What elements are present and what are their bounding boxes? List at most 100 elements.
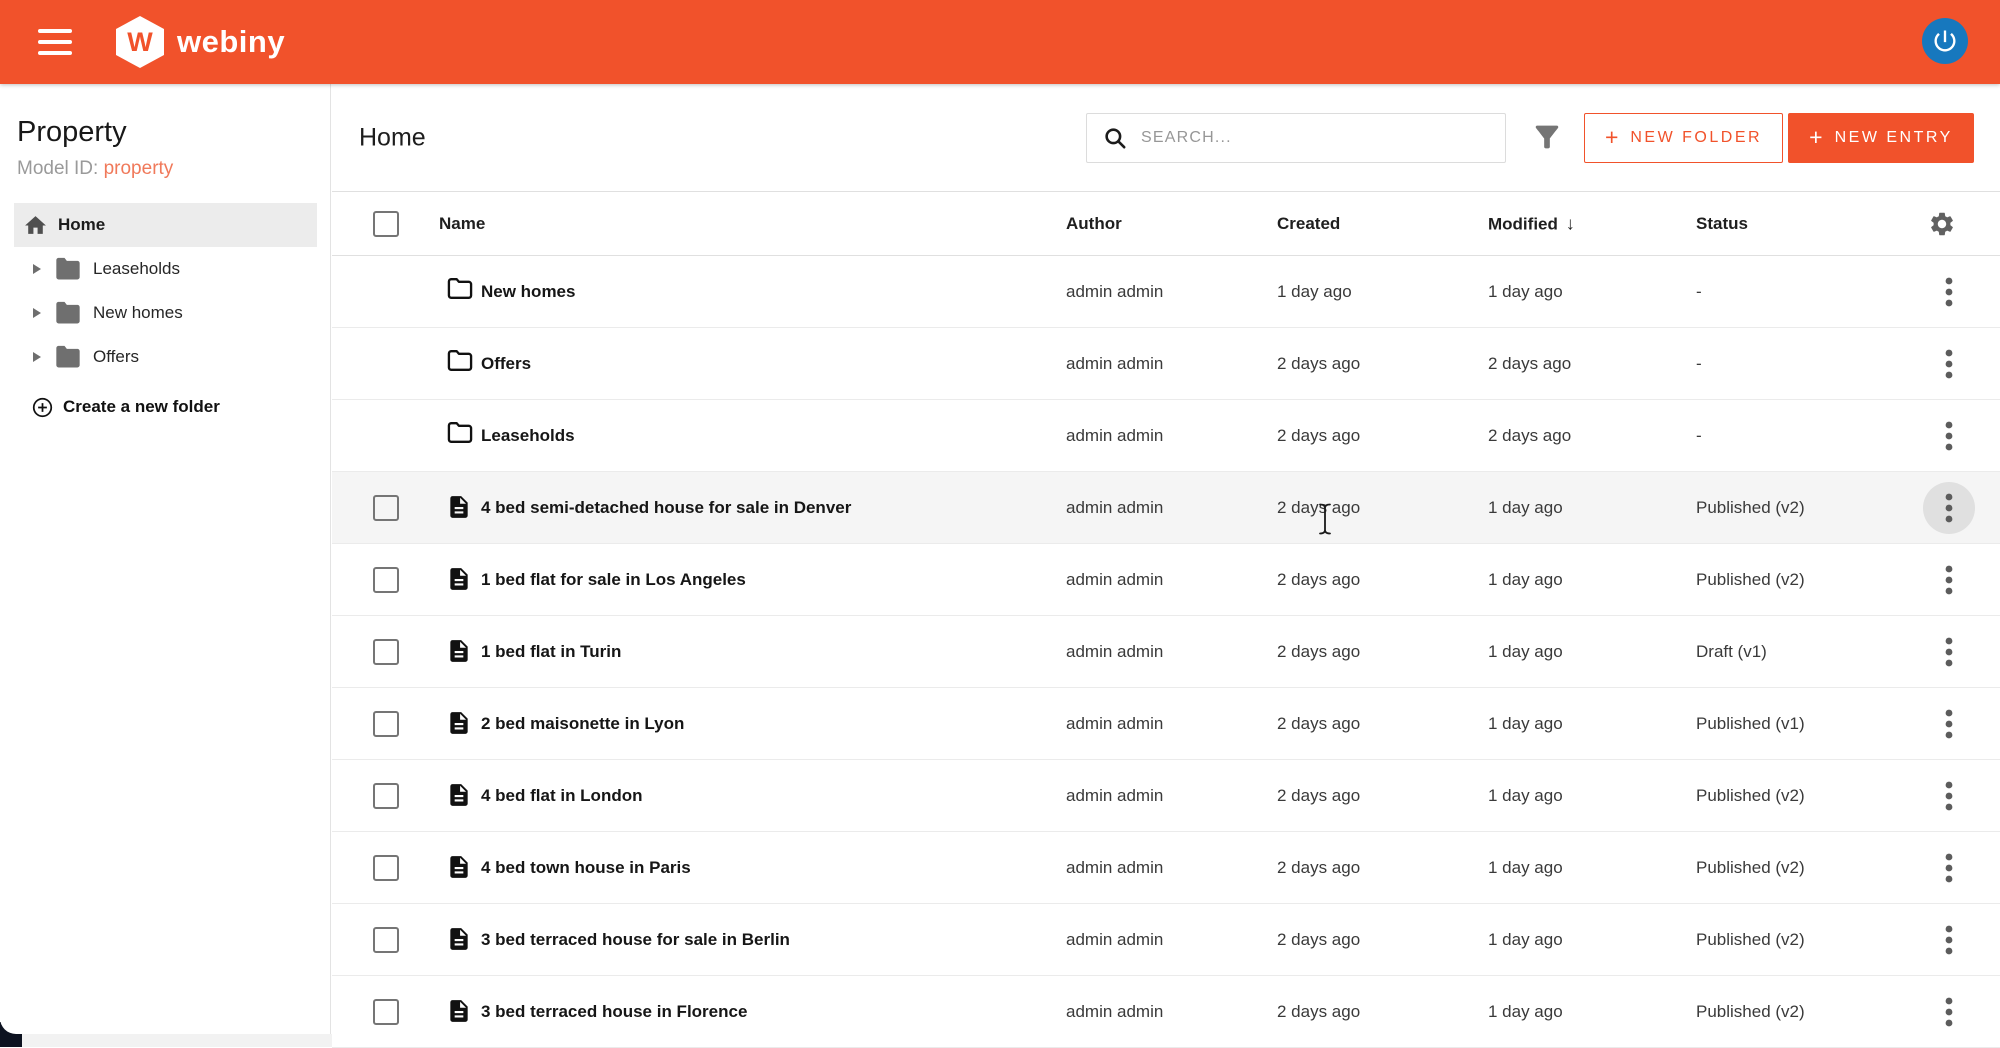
row-modified: 1 day ago bbox=[1488, 498, 1563, 518]
row-actions-button[interactable] bbox=[1923, 986, 1975, 1038]
row-checkbox[interactable] bbox=[373, 495, 399, 521]
document-icon bbox=[446, 996, 472, 1026]
row-actions-button[interactable] bbox=[1923, 482, 1975, 534]
column-header-modified[interactable]: Modified↓ bbox=[1488, 213, 1575, 234]
table-row[interactable]: 1 bed flat in Turin admin admin 2 days a… bbox=[332, 616, 2000, 688]
row-checkbox[interactable] bbox=[373, 567, 399, 593]
table-row[interactable]: 4 bed flat in London admin admin 2 days … bbox=[332, 760, 2000, 832]
row-name[interactable]: 4 bed town house in Paris bbox=[481, 858, 691, 878]
column-header-created[interactable]: Created bbox=[1277, 214, 1340, 234]
sidebar-folder-item[interactable]: Leaseholds bbox=[0, 247, 330, 291]
row-status: - bbox=[1696, 282, 1702, 302]
row-author: admin admin bbox=[1066, 426, 1163, 446]
row-created: 2 days ago bbox=[1277, 786, 1360, 806]
sidebar-folder-item[interactable]: Offers bbox=[0, 335, 330, 379]
row-checkbox[interactable] bbox=[373, 855, 399, 881]
row-actions-button[interactable] bbox=[1923, 266, 1975, 318]
sidebar-folder-list: Leaseholds New homes Offers bbox=[0, 247, 330, 379]
row-modified: 1 day ago bbox=[1488, 786, 1563, 806]
model-id-value[interactable]: property bbox=[104, 158, 174, 179]
new-entry-label: NEW ENTRY bbox=[1835, 129, 1953, 147]
sort-desc-arrow-icon[interactable]: ↓ bbox=[1566, 213, 1575, 233]
kebab-menu-icon bbox=[1945, 996, 1953, 1028]
row-name[interactable]: 3 bed terraced house in Florence bbox=[481, 1002, 747, 1022]
row-checkbox[interactable] bbox=[373, 783, 399, 809]
folder-icon bbox=[54, 257, 82, 281]
table-row[interactable]: New homes admin admin 1 day ago 1 day ag… bbox=[332, 256, 2000, 328]
row-name[interactable]: 1 bed flat in Turin bbox=[481, 642, 621, 662]
sidebar-item-home[interactable]: Home bbox=[14, 203, 317, 247]
row-modified: 1 day ago bbox=[1488, 1002, 1563, 1022]
row-checkbox[interactable] bbox=[373, 999, 399, 1025]
table-row[interactable]: 3 bed terraced house in Florence admin a… bbox=[332, 976, 2000, 1048]
row-author: admin admin bbox=[1066, 930, 1163, 950]
user-avatar[interactable] bbox=[1922, 18, 1968, 64]
search-box bbox=[1086, 113, 1506, 163]
webiny-logo-letter: W bbox=[127, 27, 152, 58]
row-actions-button[interactable] bbox=[1923, 338, 1975, 390]
table-row[interactable]: 4 bed town house in Paris admin admin 2 … bbox=[332, 832, 2000, 904]
row-created: 2 days ago bbox=[1277, 714, 1360, 734]
document-icon bbox=[446, 492, 472, 522]
column-header-status[interactable]: Status bbox=[1696, 214, 1748, 234]
folder-icon bbox=[446, 420, 474, 445]
sidebar-folder-item[interactable]: New homes bbox=[0, 291, 330, 335]
row-actions-button[interactable] bbox=[1923, 554, 1975, 606]
main-content: Home + NEW FOLDER + NEW ENTRY Name Autho… bbox=[332, 84, 2000, 1034]
column-header-author[interactable]: Author bbox=[1066, 214, 1122, 234]
row-checkbox[interactable] bbox=[373, 927, 399, 953]
row-actions-button[interactable] bbox=[1923, 626, 1975, 678]
select-all-checkbox[interactable] bbox=[373, 211, 399, 237]
row-name[interactable]: 1 bed flat for sale in Los Angeles bbox=[481, 570, 746, 590]
row-actions-button[interactable] bbox=[1923, 410, 1975, 462]
create-folder-button[interactable]: Create a new folder bbox=[32, 389, 220, 425]
table-row[interactable]: 2 bed maisonette in Lyon admin admin 2 d… bbox=[332, 688, 2000, 760]
row-author: admin admin bbox=[1066, 354, 1163, 374]
caret-right-icon[interactable] bbox=[33, 264, 41, 274]
row-name[interactable]: 3 bed terraced house for sale in Berlin bbox=[481, 930, 790, 950]
row-name[interactable]: Leaseholds bbox=[481, 426, 575, 446]
column-header-name[interactable]: Name bbox=[439, 214, 485, 234]
row-actions-button[interactable] bbox=[1923, 698, 1975, 750]
row-author: admin admin bbox=[1066, 786, 1163, 806]
table-row[interactable]: Leaseholds admin admin 2 days ago 2 days… bbox=[332, 400, 2000, 472]
row-created: 2 days ago bbox=[1277, 1002, 1360, 1022]
row-status: - bbox=[1696, 426, 1702, 446]
folder-icon bbox=[54, 345, 82, 369]
row-created: 2 days ago bbox=[1277, 930, 1360, 950]
new-folder-button[interactable]: + NEW FOLDER bbox=[1584, 113, 1783, 163]
filter-icon[interactable] bbox=[1530, 120, 1564, 154]
table-row[interactable]: 3 bed terraced house for sale in Berlin … bbox=[332, 904, 2000, 976]
table-row[interactable]: 4 bed semi-detached house for sale in De… bbox=[332, 472, 2000, 544]
row-modified: 1 day ago bbox=[1488, 282, 1563, 302]
hamburger-menu-icon[interactable] bbox=[38, 29, 72, 55]
row-modified: 1 day ago bbox=[1488, 930, 1563, 950]
kebab-menu-icon bbox=[1945, 564, 1953, 596]
caret-right-icon[interactable] bbox=[33, 308, 41, 318]
row-author: admin admin bbox=[1066, 642, 1163, 662]
search-input[interactable] bbox=[1141, 129, 1497, 147]
row-actions-button[interactable] bbox=[1923, 914, 1975, 966]
row-actions-button[interactable] bbox=[1923, 842, 1975, 894]
caret-right-icon[interactable] bbox=[33, 352, 41, 362]
plus-icon: + bbox=[1809, 124, 1822, 151]
plus-circle-icon bbox=[32, 397, 53, 418]
row-actions-button[interactable] bbox=[1923, 770, 1975, 822]
gear-icon[interactable] bbox=[1928, 210, 1956, 238]
row-name[interactable]: 4 bed flat in London bbox=[481, 786, 642, 806]
kebab-menu-icon bbox=[1945, 348, 1953, 380]
app-bar: W webiny bbox=[0, 0, 2000, 84]
row-author: admin admin bbox=[1066, 498, 1163, 518]
row-name[interactable]: 2 bed maisonette in Lyon bbox=[481, 714, 684, 734]
row-name[interactable]: Offers bbox=[481, 354, 531, 374]
folder-icon bbox=[446, 348, 474, 373]
row-name[interactable]: 4 bed semi-detached house for sale in De… bbox=[481, 498, 851, 518]
row-checkbox[interactable] bbox=[373, 711, 399, 737]
table-body: New homes admin admin 1 day ago 1 day ag… bbox=[332, 256, 2000, 1048]
row-modified: 1 day ago bbox=[1488, 714, 1563, 734]
new-entry-button[interactable]: + NEW ENTRY bbox=[1788, 113, 1974, 163]
row-name[interactable]: New homes bbox=[481, 282, 575, 302]
table-row[interactable]: 1 bed flat for sale in Los Angeles admin… bbox=[332, 544, 2000, 616]
table-row[interactable]: Offers admin admin 2 days ago 2 days ago… bbox=[332, 328, 2000, 400]
row-checkbox[interactable] bbox=[373, 639, 399, 665]
